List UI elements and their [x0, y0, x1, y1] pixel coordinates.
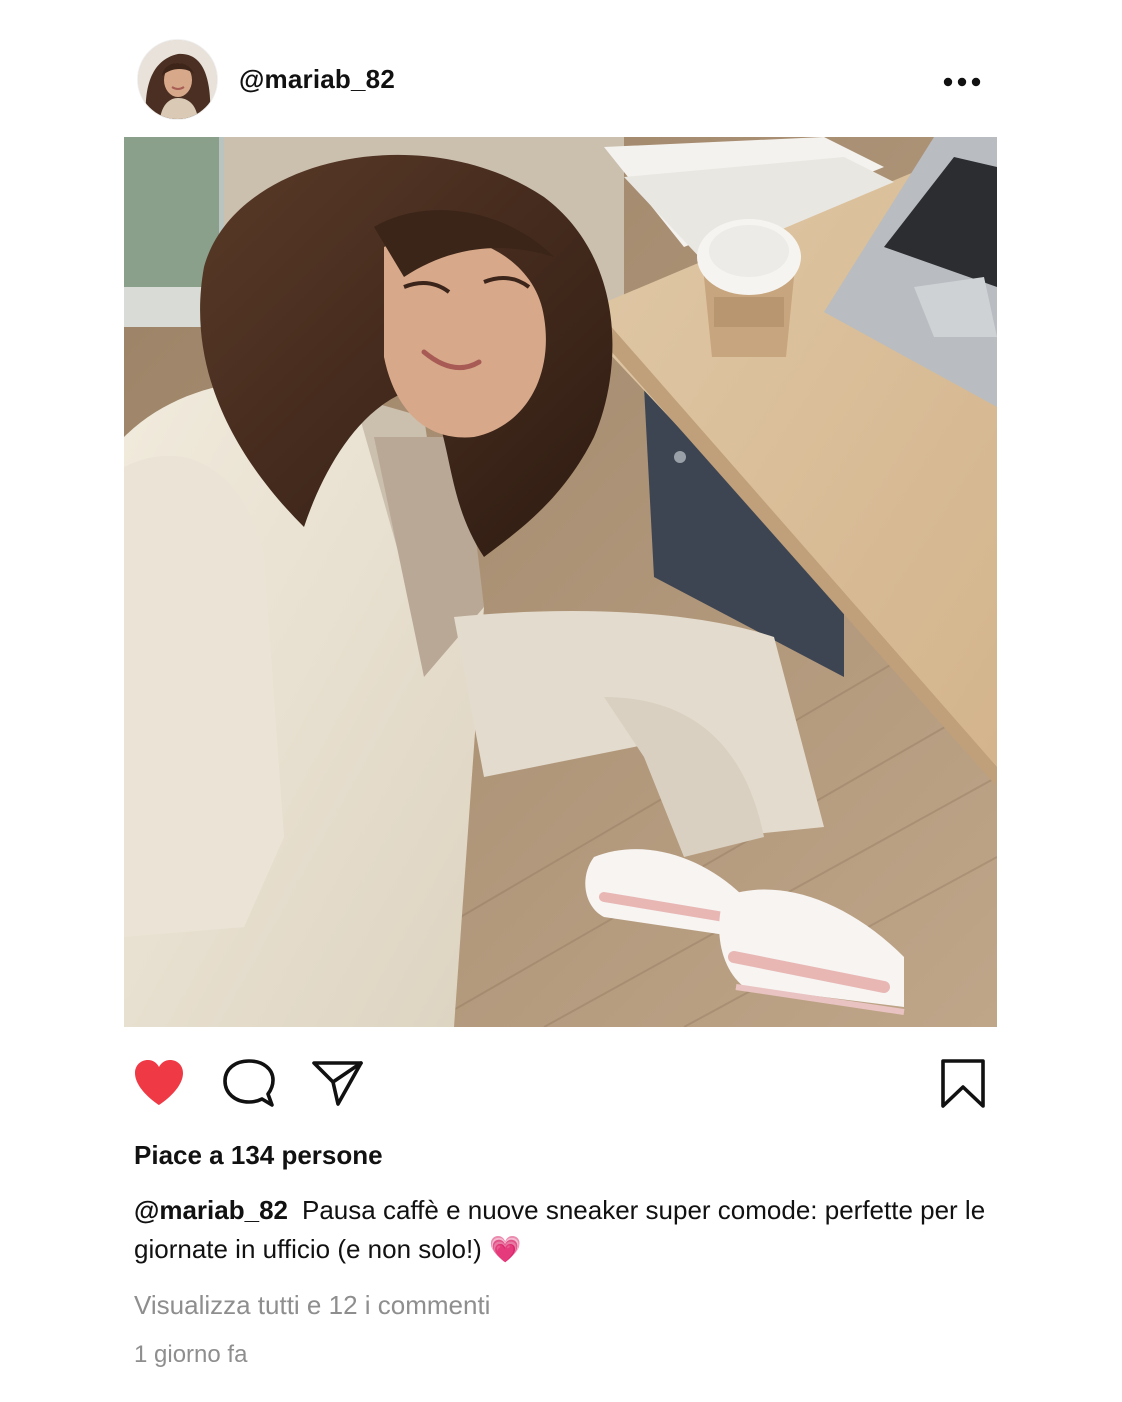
post-username[interactable]: @mariab_82	[239, 64, 395, 95]
like-button[interactable]	[132, 1058, 186, 1108]
bookmark-icon	[941, 1059, 985, 1108]
post-caption: @mariab_82 Pausa caffè e nuove sneaker su…	[134, 1191, 994, 1269]
likes-count[interactable]: Piace a 134 persone	[134, 1140, 383, 1171]
more-options-button[interactable]	[938, 70, 986, 94]
view-all-comments-link[interactable]: Visualizza tutti e 12 i commenti	[134, 1290, 490, 1321]
comment-bubble-icon	[223, 1059, 275, 1107]
avatar-portrait	[138, 40, 217, 119]
post-photo[interactable]	[124, 137, 997, 1027]
profile-avatar[interactable]	[138, 40, 217, 119]
post-timestamp: 1 giorno fa	[134, 1341, 248, 1368]
more-horizontal-icon	[943, 77, 981, 87]
comment-button[interactable]	[222, 1058, 276, 1110]
caption-username[interactable]: @mariab_82	[134, 1195, 288, 1225]
save-button[interactable]	[939, 1058, 987, 1110]
paper-plane-icon	[312, 1061, 363, 1106]
share-button[interactable]	[311, 1058, 365, 1108]
caption-emoji: 💗	[489, 1234, 522, 1264]
post-photo-illustration	[124, 137, 997, 1027]
heart-filled-icon	[135, 1060, 183, 1105]
